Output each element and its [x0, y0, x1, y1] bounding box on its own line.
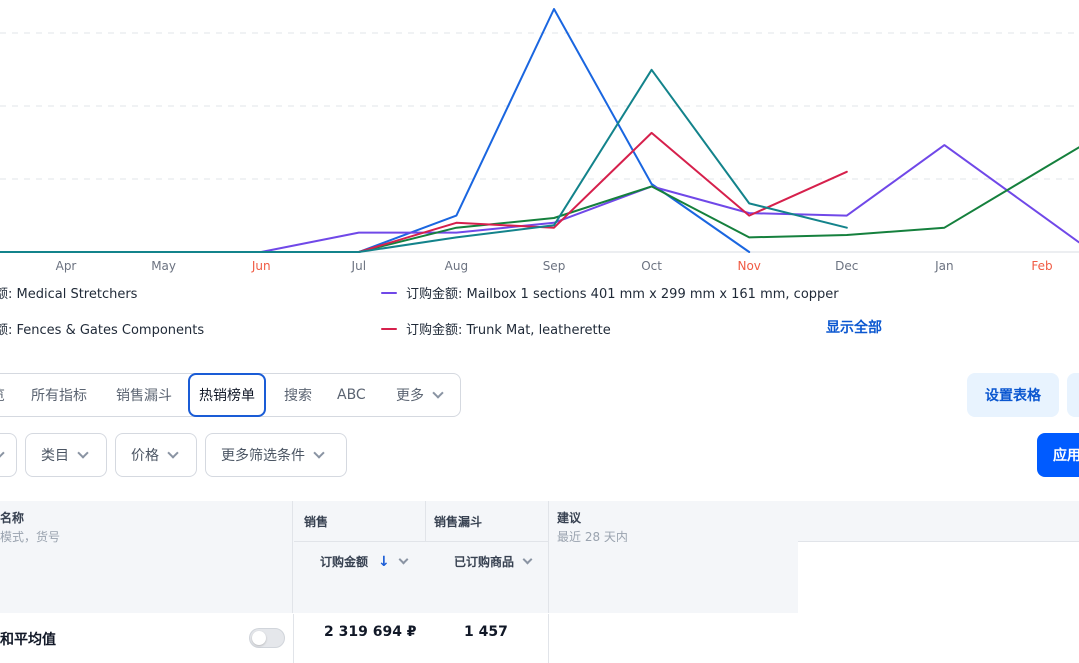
header-label: 建议 [557, 511, 582, 525]
series-line-1 [0, 144, 1079, 253]
tab-label: 览 [0, 385, 5, 405]
col-group-advice: 建议 最近 28 天内 [557, 509, 628, 545]
series-line-0 [0, 8, 751, 253]
chart-series [0, 8, 1079, 253]
col-header-ordered-items[interactable]: 已订购商品 [454, 553, 533, 570]
show-all-legend-link[interactable]: 显示全部 [826, 317, 882, 337]
series-line-4 [0, 68, 848, 253]
legend-item-fences-gates[interactable]: 额: Fences & Gates Components [0, 319, 204, 338]
legend-label: 额: Fences & Gates Components [0, 323, 205, 338]
table-settings-button[interactable]: 设置表格 [967, 373, 1059, 417]
chevron-down-icon[interactable] [522, 554, 533, 564]
x-tick-label-oct: Oct [641, 259, 662, 273]
tab-label: 所有指标 [31, 388, 87, 404]
x-tick-label-jan: Jan [934, 259, 954, 273]
x-tick-label-dec: Dec [835, 259, 858, 273]
chevron-down-icon [77, 446, 89, 459]
table-header: 名称 模式，货号 销售 销售漏斗 建议 最近 28 天内 订购金额 ↓ 已订购商… [0, 501, 1079, 613]
series-line-3 [0, 131, 848, 253]
col-group-sales: 销售 [304, 515, 329, 529]
legend-item-mailbox[interactable]: 订购金额: Mailbox 1 sections 401 mm x 299 mm… [381, 283, 839, 302]
x-tick-label-jul: Jul [351, 259, 366, 273]
summary-order-amount: 2 319 694 ₽ [324, 624, 417, 640]
legend-swatch [381, 327, 397, 330]
summary-toggle[interactable] [249, 628, 285, 648]
chevron-down-icon [432, 386, 444, 399]
report-tabs: 览 所有指标 销售漏斗 热销榜单 搜索 ABC 更多 [0, 373, 461, 417]
sales-line-chart: Apr May Jun Jul Aug Sep Oct Nov Dec Jan Feb [0, 8, 1079, 273]
col-group-funnel: 销售漏斗 [434, 515, 483, 529]
filter-label: 更多筛选条件 [221, 448, 305, 464]
x-tick-label-may: May [151, 259, 176, 273]
legend-label: 订购金额: Mailbox 1 sections 401 mm x 299 mm… [406, 287, 839, 302]
legend-item-trunk-mat[interactable]: 订购金额: Trunk Mat, leatherette [381, 319, 611, 338]
tab-label: 更多 [396, 388, 424, 404]
apply-button[interactable]: 应用 [1037, 433, 1079, 477]
x-tick-label-nov: Nov [737, 259, 760, 273]
x-tick-label-sep: Sep [543, 259, 566, 273]
tab-all-metrics[interactable]: 所有指标 [31, 374, 87, 416]
legend-item-medical-stretchers[interactable]: 额: Medical Stretchers [0, 283, 137, 302]
tab-sales-funnel[interactable]: 销售漏斗 [116, 374, 172, 416]
tab-more[interactable]: 更多 [396, 374, 444, 416]
header-label: 名称 [0, 511, 25, 525]
divider [293, 614, 294, 663]
tab-label: ABC [337, 387, 366, 403]
header-blank-area [798, 542, 1079, 613]
legend-swatch [381, 291, 397, 294]
filter-price[interactable]: 价格 [115, 433, 197, 477]
summary-label: 和平均值 [0, 632, 56, 648]
filter-label: 价格 [131, 448, 159, 464]
sort-desc-icon[interactable]: ↓ [378, 554, 390, 570]
toggle-knob [252, 631, 266, 645]
legend-label: 额: Medical Stretchers [0, 287, 138, 302]
extra-toolbar-button[interactable] [1067, 373, 1079, 417]
chevron-down-icon [167, 446, 179, 459]
summary-ordered-items: 1 457 [464, 624, 508, 640]
series-line-2 [0, 146, 1079, 253]
x-tick-label-apr: Apr [56, 259, 77, 273]
divider [425, 501, 426, 541]
tab-label: 搜索 [284, 388, 312, 404]
legend-label: 订购金额: Trunk Mat, leatherette [406, 323, 611, 338]
chevron-down-icon [0, 446, 5, 459]
header-sublabel: 模式，货号 [0, 530, 61, 544]
x-tick-label-feb: Feb [1031, 259, 1052, 273]
tab-abc[interactable]: ABC [337, 374, 366, 416]
advice-empty-area [549, 542, 798, 613]
header-label: 已订购商品 [454, 555, 515, 569]
divider [292, 501, 293, 613]
col-header-order-amount[interactable]: 订购金额 ↓ [320, 553, 409, 570]
header-label: 订购金额 [320, 555, 369, 569]
divider [548, 614, 549, 663]
summary-row: 和平均值 2 319 694 ₽ 1 457 [0, 614, 1079, 663]
chart-x-axis: Apr May Jun Jul Aug Sep Oct Nov Dec Jan Feb [56, 259, 1053, 273]
tab-overview[interactable]: 览 [0, 374, 5, 416]
chevron-down-icon[interactable] [398, 554, 409, 564]
filter-label: 类目 [41, 448, 69, 464]
tab-label: 热销榜单 [199, 388, 255, 404]
x-tick-label-jun: Jun [251, 259, 271, 273]
filter-cut-off[interactable] [0, 433, 17, 477]
divider [294, 541, 548, 542]
filter-more[interactable]: 更多筛选条件 [205, 433, 347, 477]
filter-category[interactable]: 类目 [25, 433, 107, 477]
col-header-name[interactable]: 名称 模式，货号 [0, 509, 60, 545]
tab-search[interactable]: 搜索 [284, 374, 312, 416]
tab-label: 销售漏斗 [116, 388, 172, 404]
tab-bestsellers[interactable]: 热销榜单 [188, 373, 266, 417]
chevron-down-icon [313, 446, 325, 459]
x-tick-label-aug: Aug [445, 259, 468, 273]
